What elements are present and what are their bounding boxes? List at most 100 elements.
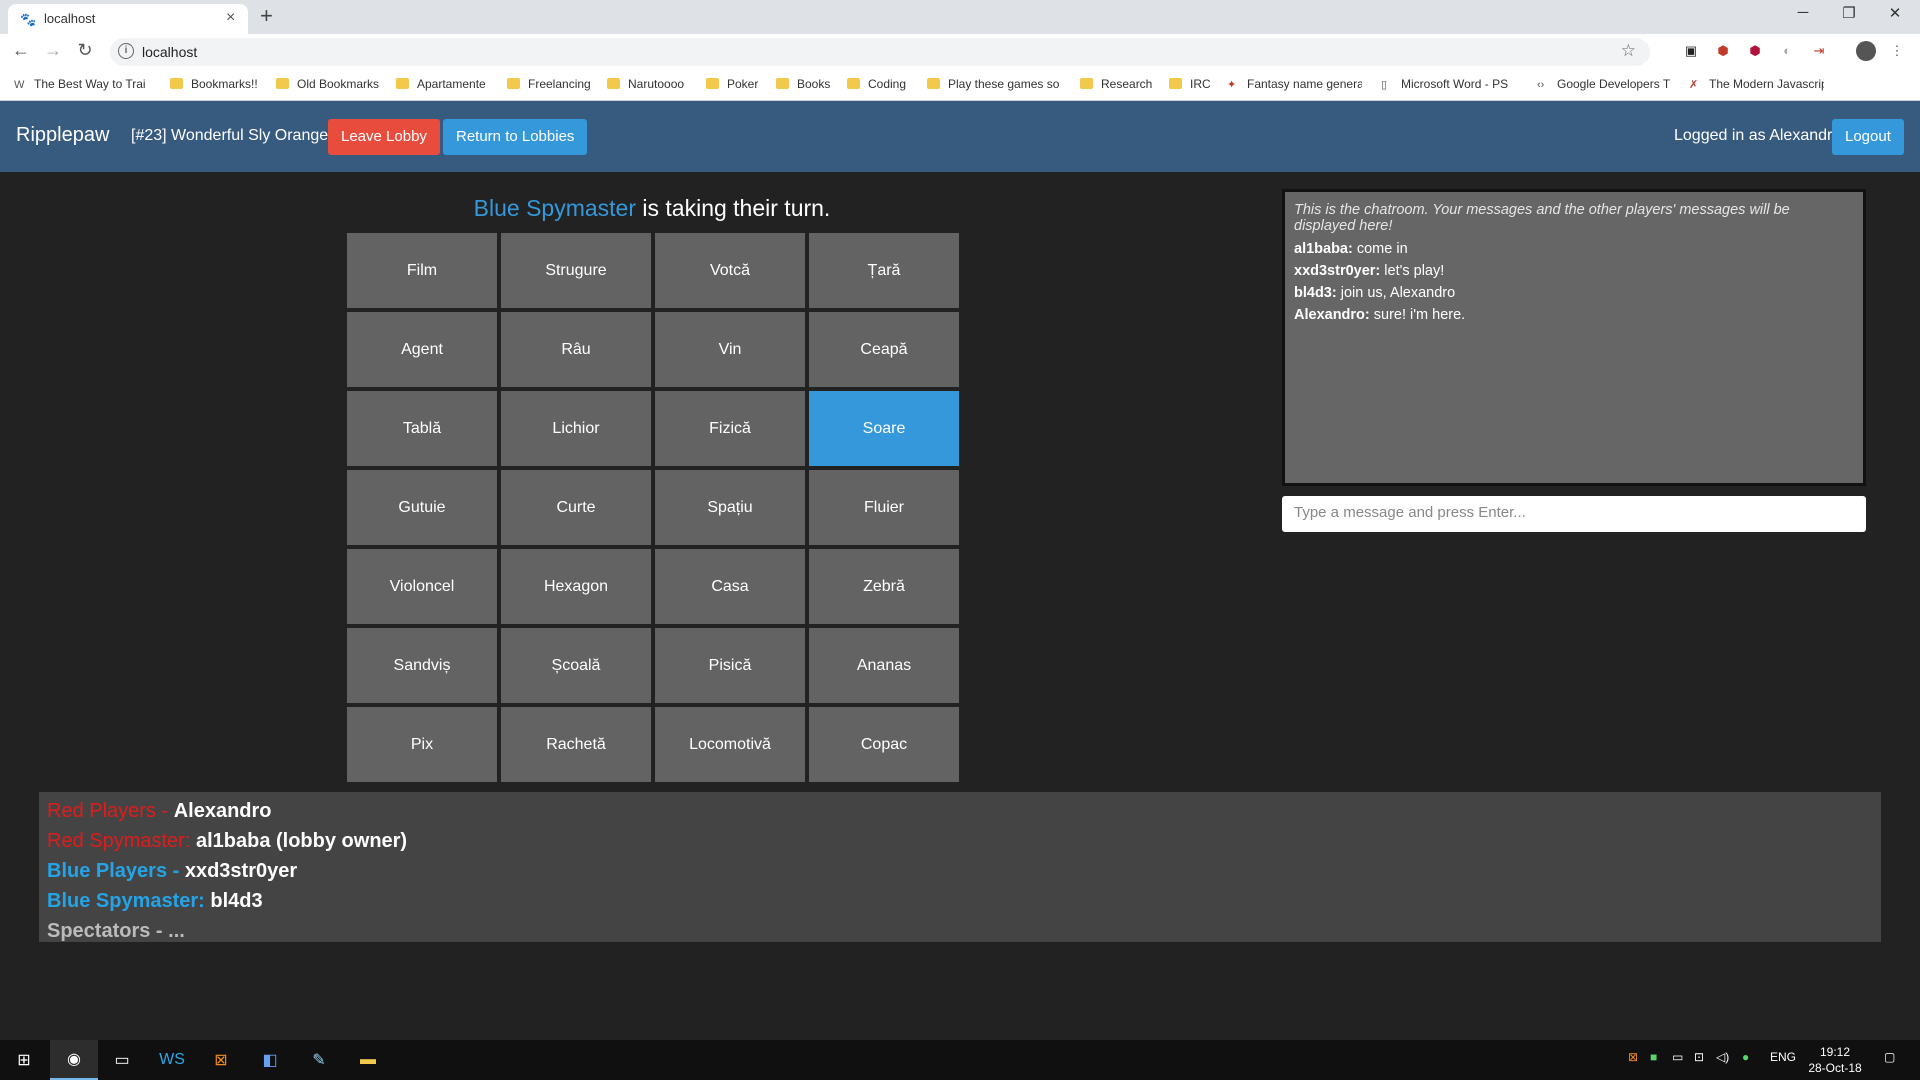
folder-icon: [396, 78, 409, 89]
chat-input[interactable]: Type a message and press Enter...: [1282, 496, 1866, 532]
word-card[interactable]: Violoncel: [347, 549, 497, 624]
word-card[interactable]: Curte: [501, 470, 651, 545]
word-board: Film Strugure Votcă Țară Agent Râu Vin Ceapă Tab…: [347, 233, 959, 782]
bookmark-folder[interactable]: Books: [776, 77, 832, 91]
bookmark-folder[interactable]: Play these games so: [927, 77, 1062, 91]
browser-toolbar: ← → ↻ i localhost ☆ ▣ ⬢ ⬢ ◐ ⇥ ⋮: [0, 34, 1920, 70]
logout-button[interactable]: Logout: [1832, 119, 1904, 155]
webstorm-icon[interactable]: WS: [148, 1040, 196, 1080]
extension-icon[interactable]: ⬢: [1714, 42, 1732, 60]
word-card[interactable]: Gutuie: [347, 470, 497, 545]
xampp-icon[interactable]: ⊠: [197, 1040, 245, 1080]
bookmark-item[interactable]: ✗ The Modern Javascrip: [1689, 77, 1824, 91]
bookmark-folder[interactable]: Freelancing: [507, 77, 599, 91]
word-card[interactable]: Zebră: [809, 549, 959, 624]
bookmark-folder[interactable]: Research: [1080, 77, 1152, 91]
forward-icon[interactable]: →: [40, 40, 66, 61]
profile-avatar[interactable]: [1856, 41, 1876, 61]
browser-tab-strip: 🐾 localhost × + ─ ❐ ✕: [0, 0, 1920, 34]
word-card[interactable]: Fizică: [655, 391, 805, 466]
word-card[interactable]: Sandviș: [347, 628, 497, 703]
word-card[interactable]: Ceapă: [809, 312, 959, 387]
minimize-icon[interactable]: ─: [1780, 4, 1826, 21]
paint-icon[interactable]: ✎: [295, 1040, 343, 1080]
bookmark-folder[interactable]: IRC: [1169, 77, 1213, 91]
extension-icon[interactable]: ⇥: [1810, 42, 1828, 60]
word-card[interactable]: Râu: [501, 312, 651, 387]
lobby-name: [#23] Wonderful Sly Orange: [131, 127, 329, 144]
close-window-icon[interactable]: ✕: [1872, 4, 1918, 22]
reload-icon[interactable]: ↻: [72, 40, 98, 61]
terminal-icon[interactable]: ▭: [98, 1040, 146, 1080]
browser-tab[interactable]: 🐾 localhost ×: [8, 4, 248, 34]
file-explorer-icon[interactable]: ▬: [344, 1040, 392, 1080]
word-card[interactable]: Școală: [501, 628, 651, 703]
address-bar[interactable]: i localhost ☆: [110, 38, 1650, 66]
word-card[interactable]: Locomotivă: [655, 707, 805, 782]
extension-icon[interactable]: ◐: [1778, 42, 1796, 60]
word-card[interactable]: Film: [347, 233, 497, 308]
restore-icon[interactable]: ❐: [1826, 4, 1872, 22]
bookmark-item[interactable]: ‹› Google Developers T: [1537, 77, 1677, 91]
word-card[interactable]: Pix: [347, 707, 497, 782]
bookmark-folder[interactable]: Narutoooo: [607, 77, 701, 91]
language-indicator[interactable]: ENG: [1770, 1050, 1796, 1064]
word-card[interactable]: Lichior: [501, 391, 651, 466]
xampp-tray-icon[interactable]: ⊠: [1628, 1050, 1638, 1064]
word-card[interactable]: Țară: [809, 233, 959, 308]
word-card[interactable]: Casa: [655, 549, 805, 624]
start-icon[interactable]: ⊞: [0, 1040, 48, 1080]
word-card[interactable]: Hexagon: [501, 549, 651, 624]
visual-studio-icon[interactable]: ◧: [246, 1040, 294, 1080]
blue-players: xxd3str0yer: [184, 860, 298, 882]
bookmark-folder[interactable]: Apartamente: [396, 77, 496, 91]
nvidia-tray-icon[interactable]: ■: [1650, 1050, 1657, 1064]
network-icon[interactable]: ⊡: [1694, 1050, 1704, 1064]
extension-icon[interactable]: ▣: [1682, 42, 1700, 60]
word-card[interactable]: Ananas: [809, 628, 959, 703]
word-card[interactable]: Pisică: [655, 628, 805, 703]
bookmark-folder[interactable]: Poker: [706, 77, 762, 91]
red-spymaster-label: Red Spymaster:: [47, 830, 196, 852]
back-icon[interactable]: ←: [8, 40, 34, 61]
clock-time: 19:12: [1819, 1045, 1851, 1059]
bookmark-folder[interactable]: Bookmarks!!: [170, 77, 262, 91]
blue-players-row: Blue Players - xxd3str0yer: [47, 856, 1873, 886]
clock[interactable]: 19:12 28-Oct-18: [1800, 1044, 1870, 1076]
word-card[interactable]: Copac: [809, 707, 959, 782]
bookmark-item[interactable]: ▯ Microsoft Word - PS: [1381, 77, 1521, 91]
word-card[interactable]: Votcă: [655, 233, 805, 308]
chat-message: bl4d3: join us, Alexandro: [1294, 282, 1854, 304]
new-tab-button[interactable]: +: [260, 3, 273, 29]
leave-lobby-button[interactable]: Leave Lobby: [328, 119, 440, 155]
info-icon[interactable]: i: [118, 43, 134, 59]
notifications-icon[interactable]: ▢: [1884, 1050, 1895, 1064]
folder-icon: [847, 78, 860, 89]
volume-icon[interactable]: ◁): [1716, 1050, 1729, 1064]
battery-icon[interactable]: ▭: [1672, 1050, 1683, 1064]
bookmark-folder[interactable]: Coding: [847, 77, 912, 91]
document-icon: ▯: [1381, 79, 1388, 91]
word-card[interactable]: Agent: [347, 312, 497, 387]
return-to-lobbies-button[interactable]: Return to Lobbies: [443, 119, 588, 155]
bookmark-item[interactable]: W The Best Way to Trai: [14, 77, 154, 91]
word-card[interactable]: Fluier: [809, 470, 959, 545]
brand-logo[interactable]: Ripplepaw: [16, 124, 109, 147]
chrome-icon[interactable]: ◉: [50, 1040, 98, 1080]
bookmark-folder[interactable]: Old Bookmarks: [276, 77, 381, 91]
extension-icon[interactable]: ⬢: [1746, 42, 1764, 60]
menu-icon[interactable]: ⋮: [1888, 42, 1906, 60]
close-tab-icon[interactable]: ×: [226, 9, 235, 27]
word-card[interactable]: Soare: [809, 391, 959, 466]
chat-text: let's play!: [1380, 263, 1445, 279]
bookmark-star-icon[interactable]: ☆: [1621, 41, 1636, 61]
word-card[interactable]: Spațiu: [655, 470, 805, 545]
app-tray-icon[interactable]: ●: [1742, 1050, 1749, 1064]
red-players-label: Red Players -: [47, 800, 174, 822]
word-card[interactable]: Rachetă: [501, 707, 651, 782]
word-card[interactable]: Tablă: [347, 391, 497, 466]
word-card[interactable]: Strugure: [501, 233, 651, 308]
url-text: localhost: [142, 44, 198, 60]
bookmark-item[interactable]: ✦ Fantasy name genera: [1227, 77, 1362, 91]
word-card[interactable]: Vin: [655, 312, 805, 387]
